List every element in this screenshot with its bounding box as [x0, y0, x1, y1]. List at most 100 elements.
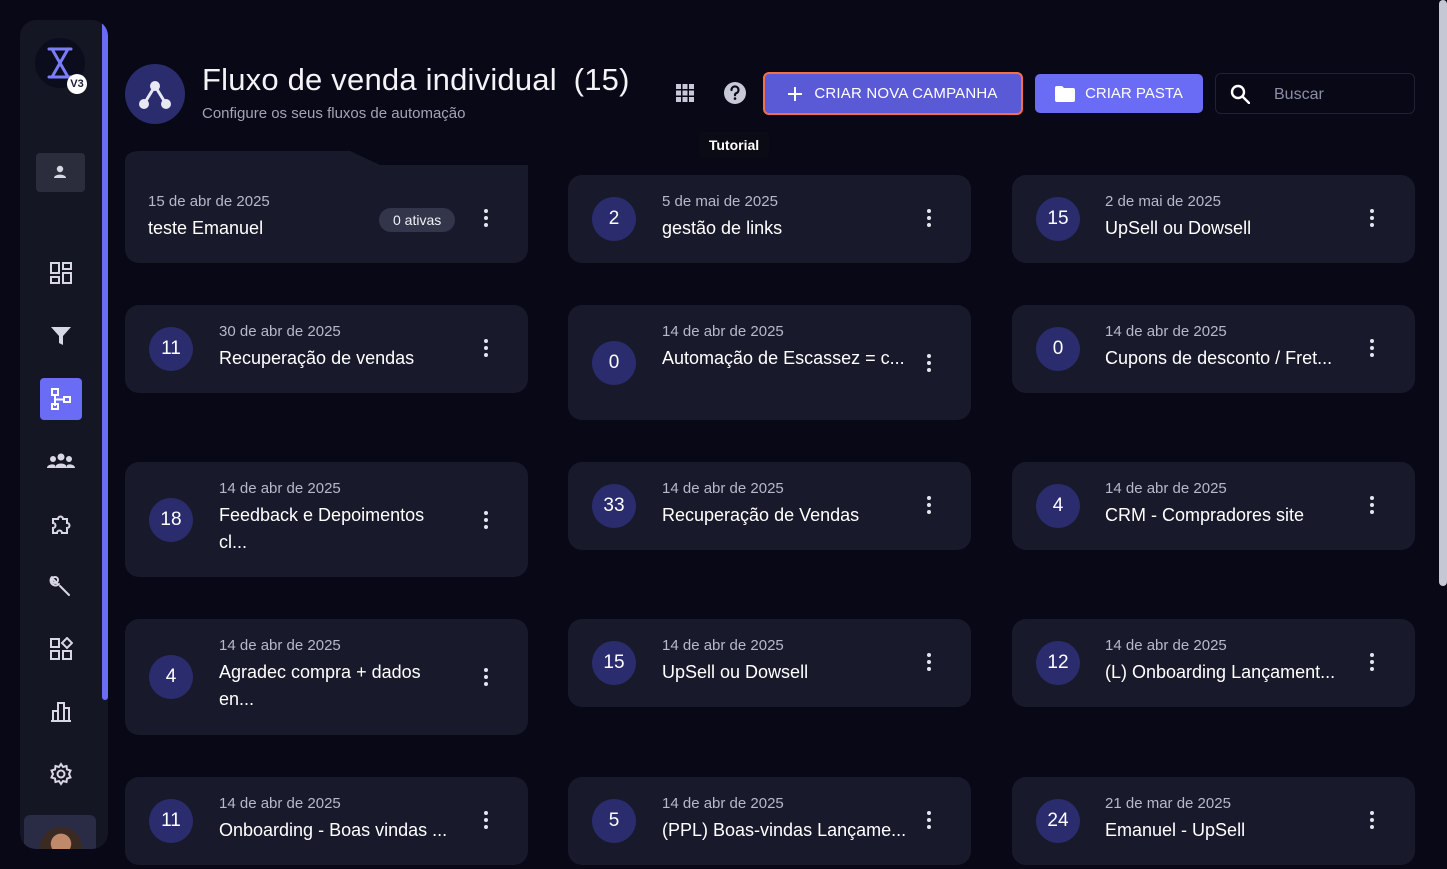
flow-count-badge: 24	[1036, 799, 1080, 843]
bar-chart-icon	[51, 702, 71, 722]
more-options-icon[interactable]	[476, 665, 496, 689]
flow-name: gestão de links	[662, 218, 783, 238]
more-options-icon[interactable]	[1362, 493, 1382, 517]
flow-card[interactable]: 0 14 de abr de 2025 Automação de Escasse…	[568, 305, 971, 420]
more-options-icon[interactable]	[476, 336, 496, 360]
flow-date: 14 de abr de 2025	[662, 480, 784, 497]
flow-name: Recuperação de vendas	[219, 348, 415, 368]
flow-card[interactable]: 15 de abr de 2025 teste Emanuel 0 ativas	[125, 175, 528, 263]
flow-date: 2 de mai de 2025	[1105, 193, 1221, 210]
filter-icon	[51, 327, 71, 345]
flow-count-badge: 0	[1036, 327, 1080, 371]
flow-name: Automação de Escassez = c...	[662, 348, 905, 368]
flow-card[interactable]: 11 30 de abr de 2025 Recuperação de vend…	[125, 305, 528, 393]
search-icon	[1230, 84, 1250, 104]
more-options-icon[interactable]	[919, 206, 939, 230]
more-options-icon[interactable]	[476, 206, 496, 230]
flow-date: 14 de abr de 2025	[662, 795, 784, 812]
flow-name: Emanuel - UpSell	[1105, 820, 1246, 840]
flow-card[interactable]: 0 14 de abr de 2025 Cupons de desconto /…	[1012, 305, 1415, 393]
more-options-icon[interactable]	[476, 508, 496, 532]
more-options-icon[interactable]	[919, 808, 939, 832]
flow-card[interactable]: 4 14 de abr de 2025 Agradec compra + dad…	[125, 619, 528, 735]
flow-name: CRM - Compradores site	[1105, 505, 1305, 525]
network-icon	[139, 81, 171, 109]
flow-date: 14 de abr de 2025	[1105, 323, 1227, 340]
create-campaign-button[interactable]: CRIAR NOVA CAMPANHA	[763, 72, 1023, 115]
flow-count-badge: 2	[592, 197, 636, 241]
create-folder-button[interactable]: CRIAR PASTA	[1035, 74, 1203, 113]
folder-icon	[1055, 85, 1076, 102]
search-input[interactable]	[1272, 82, 1406, 108]
flow-card[interactable]: 5 14 de abr de 2025 (PPL) Boas-vindas La…	[568, 777, 971, 865]
more-options-icon[interactable]	[919, 493, 939, 517]
flow-name: Recuperação de Vendas	[662, 505, 860, 525]
user-avatar[interactable]	[24, 815, 96, 849]
nav-integrations[interactable]	[40, 503, 82, 545]
help-circle-icon	[724, 82, 746, 104]
flow-date: 14 de abr de 2025	[219, 637, 341, 654]
more-options-icon[interactable]	[1362, 336, 1382, 360]
help-button[interactable]	[720, 78, 750, 108]
more-options-icon[interactable]	[1362, 808, 1382, 832]
grid-view-button[interactable]	[670, 78, 700, 108]
more-options-icon[interactable]	[476, 808, 496, 832]
nav-flows[interactable]	[40, 378, 82, 420]
nav-funnels[interactable]	[40, 315, 82, 357]
flow-date: 30 de abr de 2025	[219, 323, 341, 340]
flow-date: 14 de abr de 2025	[662, 323, 784, 340]
profile-button[interactable]	[36, 153, 85, 192]
flow-card[interactable]: 11 14 de abr de 2025 Onboarding - Boas v…	[125, 777, 528, 865]
more-options-icon[interactable]	[1362, 206, 1382, 230]
page-title: Fluxo de venda individual (15)	[202, 62, 630, 98]
flow-count-badge: 11	[149, 799, 193, 843]
flow-count-badge: 4	[1036, 484, 1080, 528]
avatar-photo	[40, 827, 82, 849]
more-options-icon[interactable]	[919, 351, 939, 375]
flow-card[interactable]: 2 5 de mai de 2025 gestão de links	[568, 175, 971, 263]
flow-count: (15)	[573, 62, 630, 97]
more-options-icon[interactable]	[919, 650, 939, 674]
flow-count-badge: 18	[149, 498, 193, 542]
nav-apps[interactable]	[40, 628, 82, 670]
nav-tools[interactable]	[40, 565, 82, 607]
flow-name: teste Emanuel	[148, 218, 264, 238]
flow-date: 14 de abr de 2025	[662, 637, 784, 654]
flow-date: 15 de abr de 2025	[148, 193, 270, 210]
nav-reports[interactable]	[40, 690, 82, 732]
flow-count-badge: 0	[592, 341, 636, 385]
more-options-icon[interactable]	[1362, 650, 1382, 674]
active-status-badge: 0 ativas	[379, 208, 456, 232]
flow-name: UpSell ou Dowsell	[1105, 218, 1252, 238]
nav-dashboard[interactable]	[40, 252, 82, 294]
flow-date: 5 de mai de 2025	[662, 193, 778, 210]
flow-header-icon	[125, 64, 185, 124]
flow-card[interactable]: 15 14 de abr de 2025 UpSell ou Dowsell	[568, 619, 971, 707]
flow-date: 14 de abr de 2025	[219, 795, 341, 812]
flow-card[interactable]: 33 14 de abr de 2025 Recuperação de Vend…	[568, 462, 971, 550]
gear-icon	[50, 762, 72, 786]
flow-count-badge: 33	[592, 484, 636, 528]
page-title-text: Fluxo de venda individual	[202, 62, 557, 97]
flow-count-badge: 15	[592, 641, 636, 685]
nav-contacts[interactable]	[40, 440, 82, 482]
flow-date: 21 de mar de 2025	[1105, 795, 1231, 812]
flow-card[interactable]: 15 2 de mai de 2025 UpSell ou Dowsell	[1012, 175, 1415, 263]
flow-name: Feedback e Depoimentos cl...	[219, 505, 425, 552]
page-scrollbar[interactable]	[1439, 0, 1447, 869]
flow-name: Agradec compra + dados en...	[219, 662, 421, 709]
tutorial-tooltip: Tutorial	[699, 132, 769, 158]
flow-count-badge: 15	[1036, 197, 1080, 241]
flow-card[interactable]: 4 14 de abr de 2025 CRM - Compradores si…	[1012, 462, 1415, 550]
flow-card[interactable]: 12 14 de abr de 2025 (L) Onboarding Lanç…	[1012, 619, 1415, 707]
apps-icon	[50, 637, 73, 660]
scrollbar-thumb[interactable]	[1439, 0, 1447, 586]
nav-settings[interactable]	[40, 753, 82, 795]
flow-card[interactable]: 24 21 de mar de 2025 Emanuel - UpSell	[1012, 777, 1415, 865]
flow-card[interactable]: 18 14 de abr de 2025 Feedback e Depoimen…	[125, 462, 528, 577]
flow-date: 14 de abr de 2025	[1105, 637, 1227, 654]
app-logo[interactable]: V3	[35, 38, 87, 94]
users-icon	[47, 453, 75, 468]
flow-name: (PPL) Boas-vindas Lançame...	[662, 820, 907, 840]
flow-count-badge: 5	[592, 799, 636, 843]
